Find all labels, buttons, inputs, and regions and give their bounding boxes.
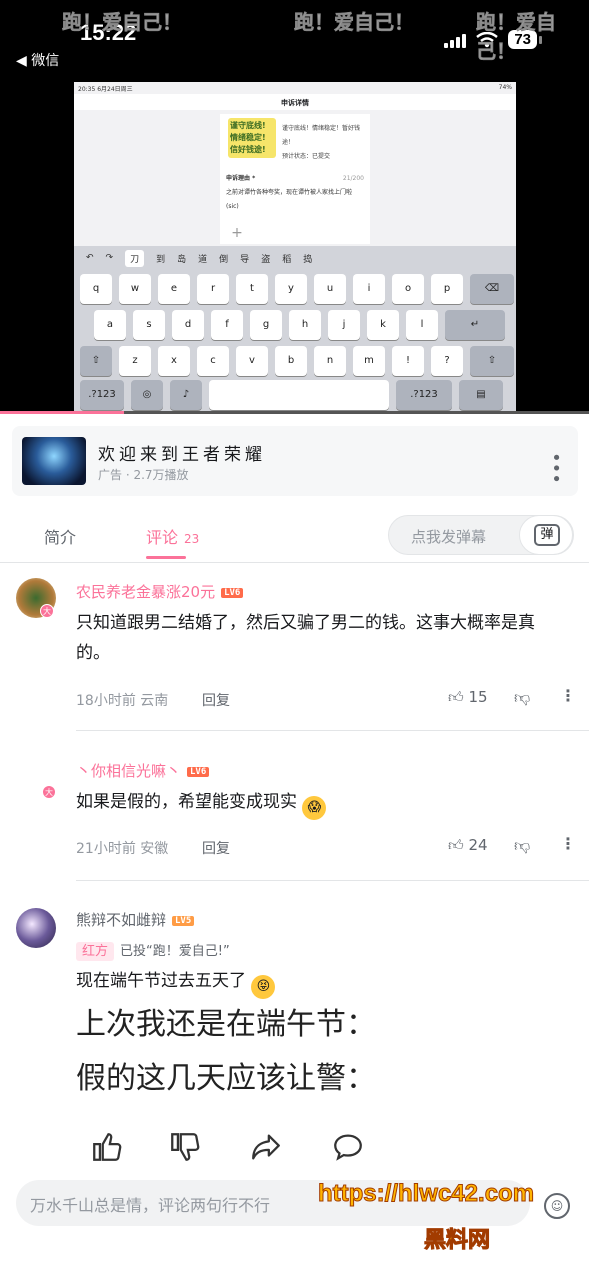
space-key	[209, 380, 389, 410]
keyboard-row-4: .?123 ◎ ♪ .?123 ▤	[80, 380, 503, 410]
thumbs-up-icon[interactable]	[90, 1130, 124, 1164]
emoji-icon[interactable]: ☺	[544, 1193, 570, 1219]
comment-icon[interactable]	[330, 1130, 366, 1164]
inner-status: 20:35 6月24日周三 74%	[78, 84, 512, 93]
action-bar	[0, 1130, 589, 1174]
faction-vote: 红方 已投“跑！爱自己!”	[76, 940, 230, 961]
comment-more-icon[interactable]: ⋮	[560, 834, 576, 853]
video-player[interactable]: 15:22 ◀ 微信 73 20:35 6月24日周三 74% 申诉详情 谨守底…	[0, 0, 589, 414]
ad-card[interactable]: 欢迎来到王者荣耀 广告 · 2.7万播放 •••	[12, 426, 578, 496]
avatar[interactable]	[16, 908, 56, 948]
inner-keyboard: ↶ ↷ 刀 到岛 道倒 导盗 稻捣 qw er ty ui op ⌫ as df …	[74, 246, 516, 412]
divider	[76, 880, 589, 881]
active-tab-indicator	[146, 556, 186, 559]
comment-count: 23	[184, 532, 200, 546]
globe-icon: ◎	[131, 380, 163, 410]
thumbs-up-icon: 👍︎	[448, 836, 464, 854]
tab-intro[interactable]: 简介	[44, 524, 76, 548]
more-options-icon[interactable]: •••	[545, 452, 566, 484]
reply-button[interactable]: 回复	[202, 838, 230, 858]
watermark-text: 跑！爱自己！	[62, 10, 183, 35]
comment-username[interactable]: 熊辩不如雌辩 LV5	[76, 909, 195, 930]
watermark-text: 跑！爱自己！	[476, 10, 557, 64]
danmaku-icon: 弹	[534, 524, 560, 546]
keyboard-hide-icon: ▤	[459, 380, 503, 410]
comment-text: 只知道跟男二结婚了，然后又骗了男二的钱。这事大概率是真的。	[76, 613, 535, 663]
danmaku-placeholder: 点我发弹幕	[411, 528, 487, 546]
cellular-signal-icon	[444, 32, 467, 48]
comment-text: 现在端午节过去五天了 😝	[76, 966, 566, 999]
inner-title: 申诉详情	[74, 94, 516, 110]
dislike-icon[interactable]: 👎︎	[514, 688, 530, 708]
mic-icon: ♪	[170, 380, 202, 410]
divider	[0, 562, 589, 563]
like-button[interactable]: 👍︎ 24	[448, 836, 488, 855]
comment-username[interactable]: 农民养老金暴涨20元 LV6	[76, 581, 244, 602]
danmaku-toggle-button[interactable]: 弹	[519, 515, 573, 555]
ad-title: 欢迎来到王者荣耀	[98, 445, 266, 465]
comment-image[interactable]: 上次我还是在端午节： 假的这几天应该让警：	[76, 998, 406, 1108]
thumbs-down-icon[interactable]	[168, 1130, 202, 1164]
laughing-emoji-icon: 😝	[251, 975, 276, 999]
comment-meta: 18小时前 云南	[76, 693, 169, 709]
like-button[interactable]: 👍︎ 15	[448, 688, 488, 707]
danmaku-input[interactable]: 点我发弹幕 弹	[388, 515, 574, 555]
watermark-url: https://hlwc42.com	[317, 1180, 535, 1208]
watermark-text: 跑！爱自己！	[294, 10, 415, 35]
thumbs-up-icon: 👍︎	[448, 688, 464, 706]
inner-add-icon: +	[226, 222, 248, 244]
comment-more-icon[interactable]: ⋮	[560, 686, 576, 705]
divider	[76, 730, 589, 731]
comment-input-placeholder: 万水千山总是情，评论两句行不行	[30, 1196, 271, 1215]
comment-text: 如果是假的，希望能变成现实 😱	[76, 787, 566, 820]
share-icon[interactable]	[248, 1130, 284, 1164]
shocked-emoji-icon: 😱	[302, 796, 327, 820]
user-badge-icon: 大	[42, 785, 56, 799]
comment-meta: 21小时前 安徽	[76, 841, 169, 857]
ad-thumbnail	[22, 437, 86, 485]
reply-button[interactable]: 回复	[202, 690, 230, 710]
keyboard-row-3: ⇧ zx cv bn m! ? ⇧	[80, 346, 514, 376]
ad-subtitle: 广告 · 2.7万播放	[98, 468, 189, 482]
playback-progress-fill	[0, 411, 124, 414]
back-to-wechat-link[interactable]: ◀ 微信	[16, 50, 59, 70]
keyboard-row-1: qw er ty ui op ⌫	[80, 274, 514, 304]
keyboard-row-2: as df gh jk l ↵	[94, 310, 505, 340]
video-frame[interactable]: 20:35 6月24日周三 74% 申诉详情 谨守底线! 情绪稳定! 信好钱途!…	[74, 82, 516, 412]
sticker-image: 谨守底线! 情绪稳定! 信好钱途!	[228, 118, 276, 158]
tab-comments[interactable]: 评论 23	[146, 524, 199, 548]
keyboard-candidates: ↶ ↷ 刀 到岛 道倒 导盗 稻捣	[74, 246, 516, 270]
tab-comments-label: 评论	[146, 528, 179, 547]
comment-username[interactable]: 丶你相信光嘛丶 LV6	[76, 760, 210, 781]
user-badge-icon: 大	[40, 604, 54, 618]
dislike-icon[interactable]: 👎︎	[514, 836, 530, 856]
watermark-name: 黑料网	[423, 1228, 491, 1254]
